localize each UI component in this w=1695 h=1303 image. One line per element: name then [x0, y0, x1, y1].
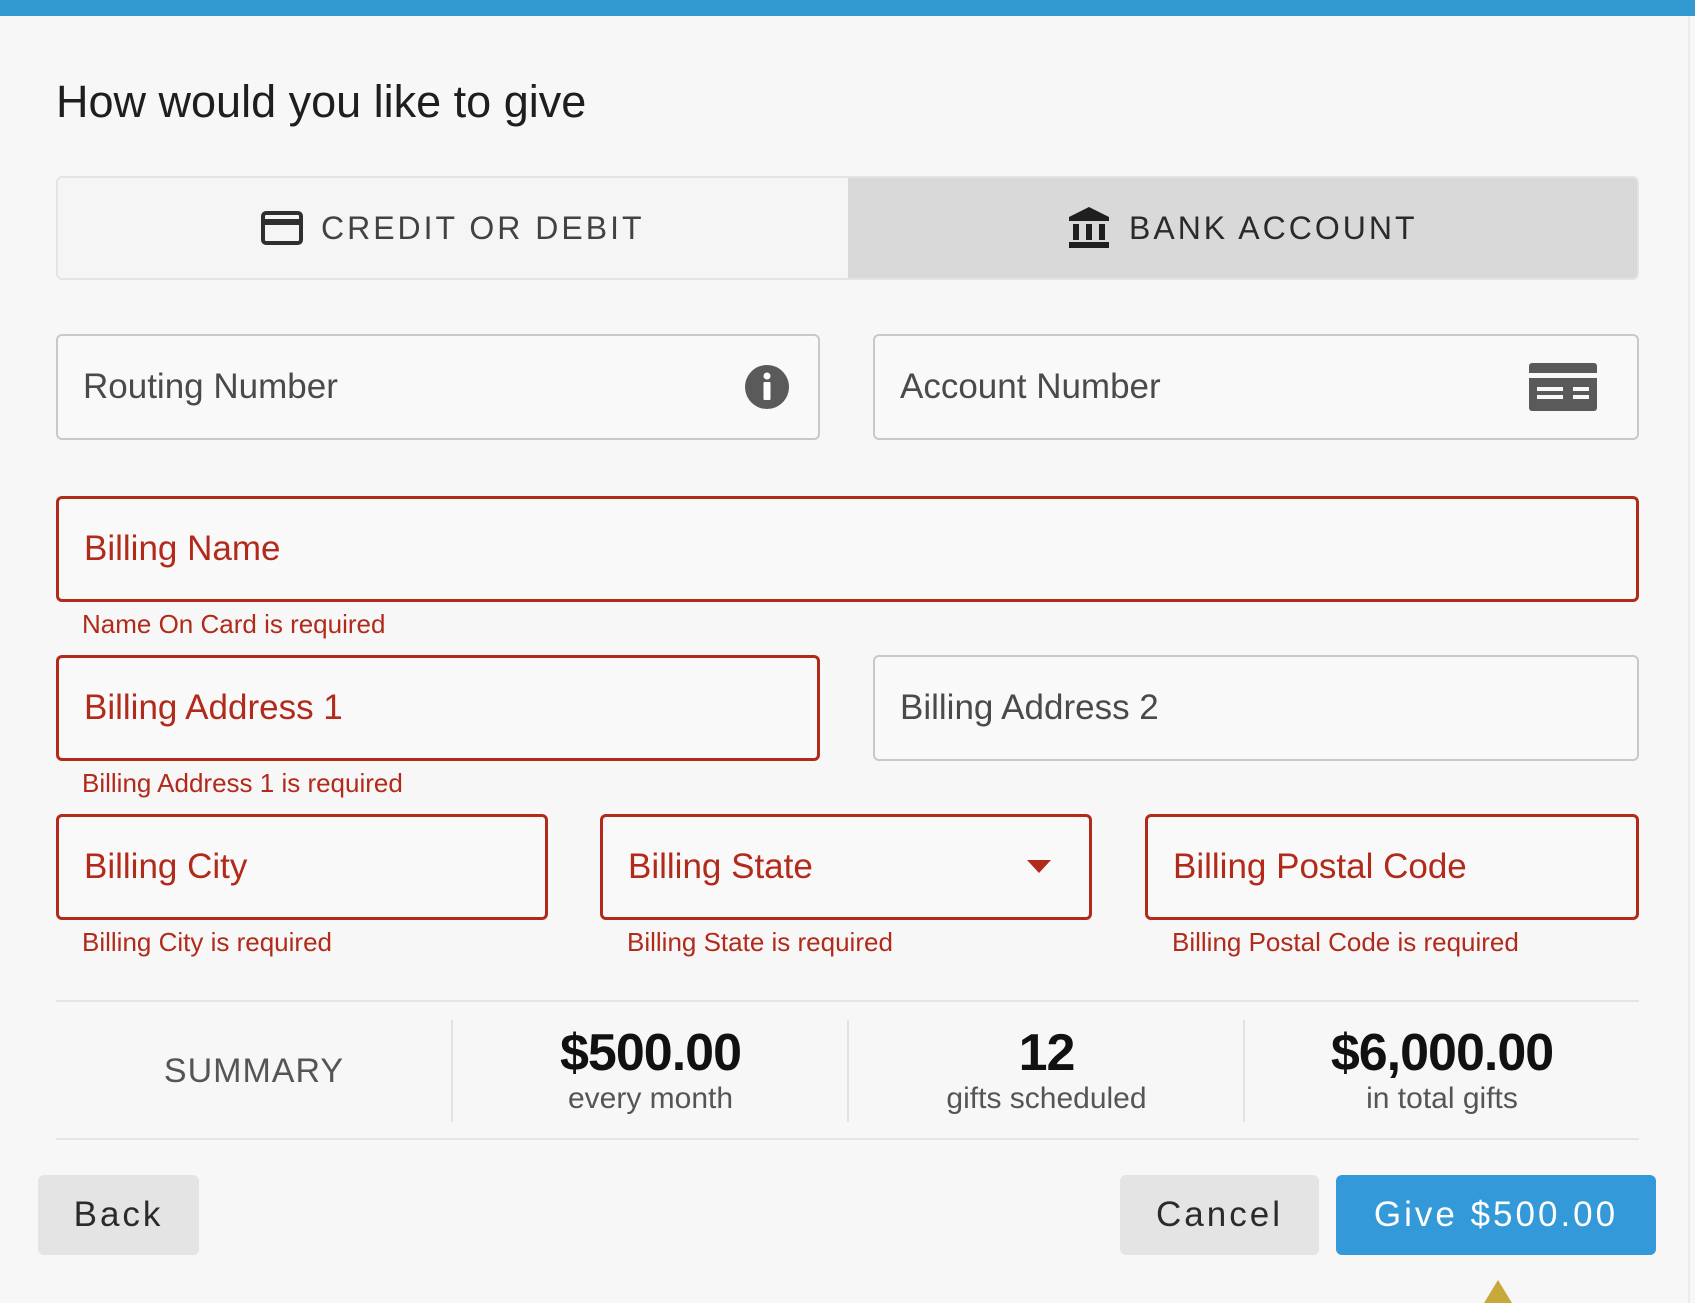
billing-name-error: Name On Card is required — [82, 609, 386, 639]
billing-city-placeholder: Billing City — [84, 847, 248, 886]
summary-count-value: 12 — [1018, 1024, 1076, 1082]
billing-address2-placeholder: Billing Address 2 — [900, 688, 1159, 727]
info-icon[interactable] — [744, 364, 790, 410]
give-button[interactable]: Give $500.00 — [1336, 1175, 1656, 1255]
billing-state-error: Billing State is required — [627, 927, 893, 957]
tab-bank-account[interactable]: BANK ACCOUNT — [847, 178, 1637, 278]
page-title: How would you like to give — [56, 76, 587, 127]
tab-bank-label: BANK ACCOUNT — [1129, 209, 1418, 246]
check-icon — [1529, 363, 1597, 411]
billing-address1-placeholder: Billing Address 1 — [84, 688, 343, 727]
summary-label: SUMMARY — [163, 1051, 345, 1090]
back-button[interactable]: Back — [38, 1175, 199, 1255]
routing-number-field[interactable]: Routing Number — [56, 334, 820, 440]
account-number-placeholder: Account Number — [900, 367, 1161, 406]
billing-postal-code-error: Billing Postal Code is required — [1172, 927, 1519, 957]
billing-postal-code-placeholder: Billing Postal Code — [1173, 847, 1467, 886]
summary-label-col: SUMMARY — [56, 1020, 452, 1122]
billing-name-placeholder: Billing Name — [84, 529, 281, 568]
top-accent-bar — [0, 0, 1695, 16]
billing-postal-code-field[interactable]: Billing Postal Code — [1145, 814, 1639, 920]
summary-amount: $500.00 every month — [453, 1020, 848, 1122]
routing-number-placeholder: Routing Number — [83, 367, 338, 406]
billing-address2-field[interactable]: Billing Address 2 — [873, 655, 1639, 761]
summary-count: 12 gifts scheduled — [849, 1020, 1244, 1122]
summary-amount-value: $500.00 — [560, 1024, 742, 1082]
summary-count-sub: gifts scheduled — [946, 1082, 1147, 1115]
summary-total-value: $6,000.00 — [1330, 1024, 1554, 1082]
account-number-field[interactable]: Account Number — [873, 334, 1639, 440]
billing-city-error: Billing City is required — [82, 927, 332, 957]
billing-address1-field[interactable]: Billing Address 1 — [56, 655, 820, 761]
billing-city-field[interactable]: Billing City — [56, 814, 548, 920]
summary-total-sub: in total gifts — [1366, 1082, 1518, 1115]
billing-address1-error: Billing Address 1 is required — [82, 768, 403, 798]
cancel-button[interactable]: Cancel — [1120, 1175, 1319, 1255]
billing-state-select[interactable]: Billing State — [600, 814, 1092, 920]
billing-name-field[interactable]: Billing Name — [56, 496, 1639, 602]
billing-state-placeholder: Billing State — [628, 847, 813, 886]
gift-summary: SUMMARY $500.00 every month 12 gifts sch… — [56, 1000, 1639, 1140]
summary-total: $6,000.00 in total gifts — [1245, 1020, 1639, 1122]
credit-card-icon — [260, 211, 303, 245]
tab-credit-or-debit[interactable]: CREDIT OR DEBIT — [58, 178, 848, 278]
summary-amount-sub: every month — [567, 1082, 734, 1115]
payment-method-tabs: CREDIT OR DEBIT BANK ACCOUNT — [56, 176, 1639, 280]
right-border — [1688, 16, 1690, 1303]
dropdown-arrow-icon — [1027, 860, 1051, 874]
cursor-pointer-icon — [1484, 1280, 1512, 1303]
tab-credit-label: CREDIT OR DEBIT — [320, 209, 645, 246]
bank-icon — [1067, 205, 1111, 251]
